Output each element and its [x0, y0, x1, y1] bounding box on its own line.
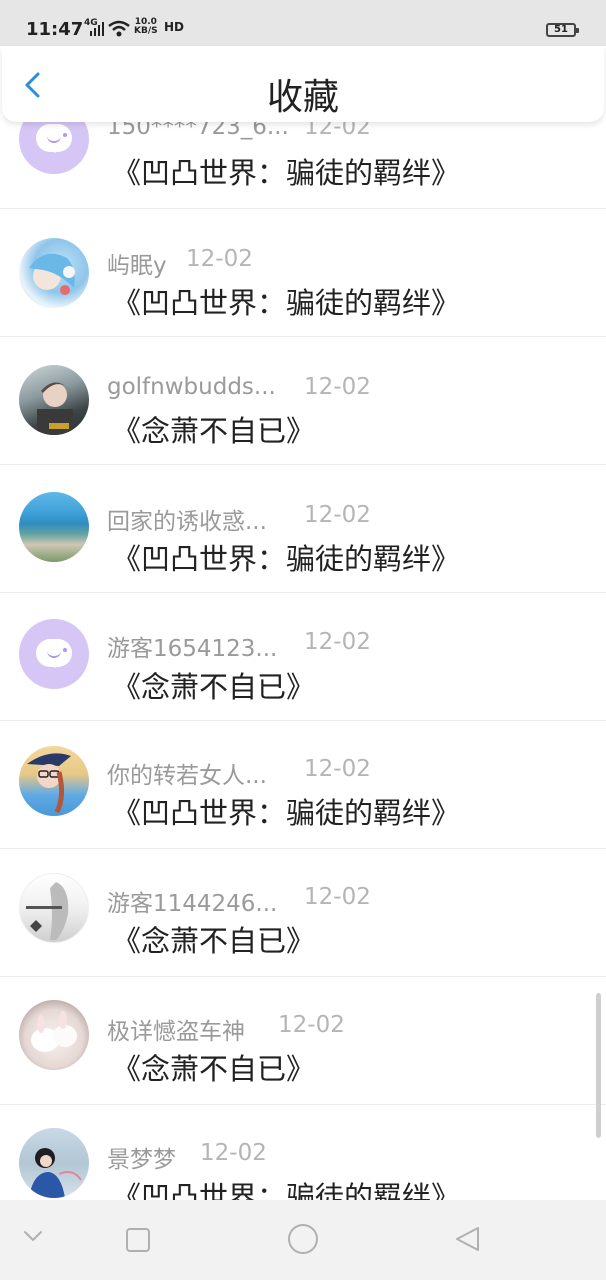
username: golfnwbudds...: [107, 374, 276, 400]
favorite-title: 《念萧不自已》: [112, 670, 316, 704]
username: 景梦梦: [107, 1147, 176, 1173]
date: 12-02: [304, 374, 371, 400]
date: 12-02: [278, 1012, 345, 1038]
avatar: [19, 873, 89, 943]
circle-icon[interactable]: [286, 1222, 320, 1256]
username: 极详憾盗车神: [107, 1019, 245, 1045]
network-speed: 10.0 KB/S: [134, 18, 158, 36]
avatar: [19, 619, 89, 689]
list-item[interactable]: 游客1144246... 12-02 《念萧不自已》: [0, 848, 606, 977]
avatar: [19, 746, 89, 816]
date: 12-02: [186, 246, 253, 272]
avatar: [19, 1000, 89, 1070]
favorite-title: 《念萧不自已》: [112, 1052, 316, 1086]
avatar: [19, 365, 89, 435]
battery-icon: 51: [546, 23, 579, 37]
square-icon[interactable]: [124, 1226, 152, 1254]
username: 屿眠y: [107, 253, 167, 279]
favorite-title: 《凹凸世界：骗徒的羁绊》: [112, 286, 461, 320]
list-item[interactable]: golfnwbudds... 12-02 《念萧不自已》: [0, 336, 606, 465]
date: 12-02: [304, 884, 371, 910]
date: 12-02: [304, 502, 371, 528]
signal-icon: [90, 22, 104, 36]
header: 收藏: [2, 46, 604, 122]
chat-bubble-icon: [36, 124, 72, 153]
system-nav-bar: [0, 1200, 606, 1280]
avatar: [19, 238, 89, 308]
date: 12-02: [200, 1140, 267, 1166]
hd-icon: HD: [164, 20, 185, 34]
battery-level: 51: [554, 24, 568, 35]
favorite-title: 《凹凸世界：骗徒的羁绊》: [112, 796, 461, 830]
list-item[interactable]: 回家的诱收惑... 12-02 《凹凸世界：骗徒的羁绊》: [0, 464, 606, 593]
username: 游客1144246...: [107, 891, 278, 917]
list-item[interactable]: 游客1654123... 12-02 《念萧不自已》: [0, 592, 606, 721]
back-triangle-icon[interactable]: [452, 1224, 482, 1254]
chat-bubble-icon: [36, 639, 72, 668]
list-item[interactable]: 极详憾盗车神 12-02 《念萧不自已》: [0, 976, 606, 1105]
chevron-down-icon[interactable]: [22, 1228, 44, 1244]
username: 你的转若女人...: [107, 763, 267, 789]
avatar: [19, 492, 89, 562]
list-item[interactable]: 屿眠y 12-02 《凹凸世界：骗徒的羁绊》: [0, 208, 606, 337]
status-bar: 11:47 4G 10.0 KB/S HD 51: [0, 0, 606, 46]
scrollbar[interactable]: [596, 993, 601, 1138]
speed-unit: KB/S: [134, 26, 158, 36]
username: 游客1654123...: [107, 636, 278, 662]
wifi-icon: [108, 20, 130, 37]
list-item[interactable]: 你的转若女人... 12-02 《凹凸世界：骗徒的羁绊》: [0, 720, 606, 849]
favorite-title: 《念萧不自已》: [112, 924, 316, 958]
status-time: 11:47: [26, 19, 84, 40]
date: 12-02: [304, 756, 371, 782]
favorite-title: 《凹凸世界：骗徒的羁绊》: [112, 156, 461, 190]
favorite-title: 《念萧不自已》: [112, 414, 316, 448]
avatar: [19, 1128, 89, 1198]
date: 12-02: [304, 629, 371, 655]
page-title: 收藏: [266, 77, 339, 118]
favorite-title: 《凹凸世界：骗徒的羁绊》: [112, 542, 461, 576]
username: 回家的诱收惑...: [107, 509, 267, 535]
